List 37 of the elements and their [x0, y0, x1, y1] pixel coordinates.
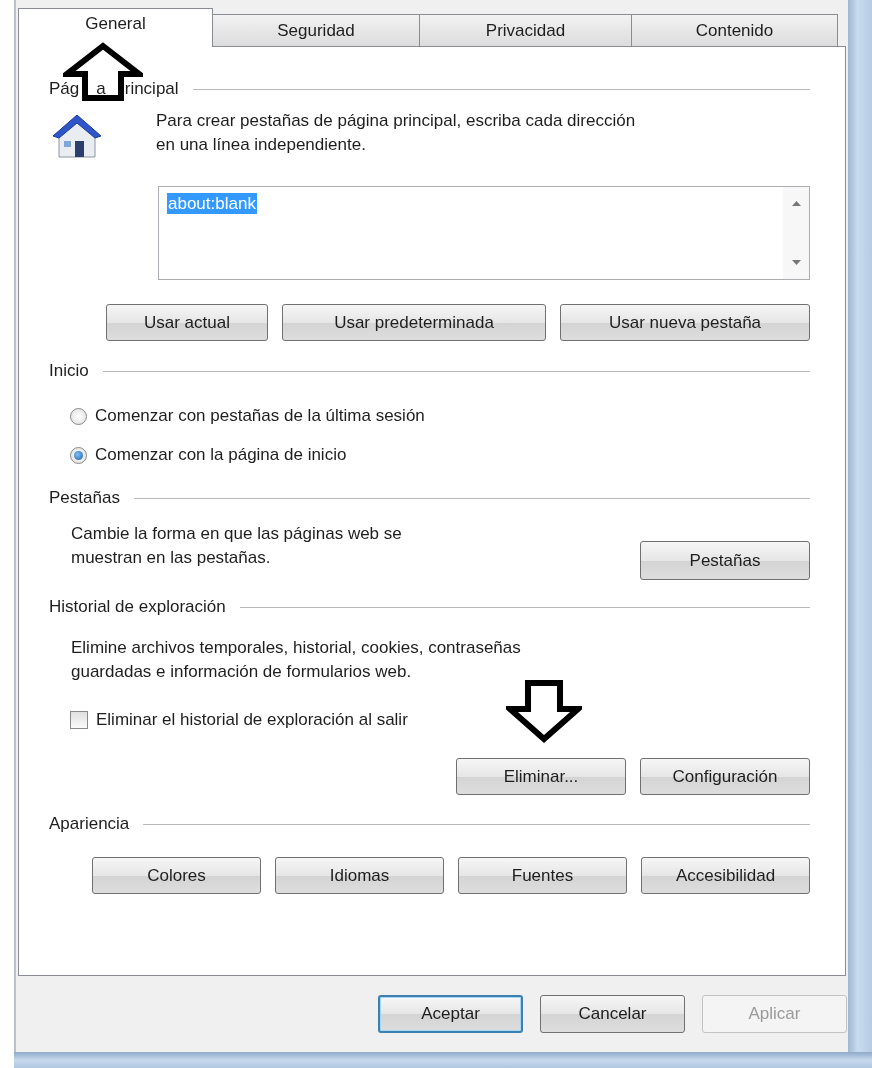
section-label: a: [96, 79, 106, 99]
radio-button[interactable]: [70, 446, 87, 464]
scroll-up-icon[interactable]: [791, 201, 801, 206]
radio-label[interactable]: Comenzar con la página de inicio: [95, 445, 347, 465]
home-page-button[interactable]: Usar actual: [106, 304, 268, 341]
tab[interactable]: Privacidad: [420, 14, 632, 46]
history-button[interactable]: Configuración: [640, 758, 810, 795]
appearance-button[interactable]: Accesibilidad: [641, 857, 810, 894]
scroll-down-icon[interactable]: [791, 260, 801, 265]
arrow-icon: [506, 679, 582, 743]
section-label: rincipal: [124, 79, 179, 99]
section-label: Historial de exploración: [49, 597, 226, 617]
radio-label[interactable]: Comenzar con pestañas de la última sesión: [95, 406, 425, 426]
section-label: Inicio: [49, 361, 89, 381]
instructions-text: Para crear pestañas de página principal, escriba cada dirección en una línea independiente.: [156, 110, 636, 156]
tab[interactable]: Seguridad: [213, 14, 420, 46]
appearance-button[interactable]: Colores: [92, 857, 261, 894]
home-page-button[interactable]: Usar predeterminada: [282, 304, 546, 341]
tab[interactable]: Contenido: [632, 14, 838, 46]
home-page-button[interactable]: Usar nueva pestaña: [560, 304, 810, 341]
appearance-button[interactable]: Fuentes: [458, 857, 627, 894]
section-label: Pestañas: [49, 488, 120, 508]
section-label: Apariencia: [49, 814, 130, 834]
history-description: Elimine archivos temporales, historial, cookies, contraseñas guardadas e información de formularios web.: [70, 637, 522, 683]
tabs-settings-button[interactable]: Pestañas: [640, 541, 810, 580]
scrollbar[interactable]: [783, 187, 809, 279]
radio-button[interactable]: [70, 407, 87, 425]
appearance-button[interactable]: Idiomas: [275, 857, 444, 894]
checkbox[interactable]: [70, 711, 88, 729]
history-button[interactable]: Eliminar...: [456, 758, 626, 795]
dialog-button[interactable]: Aceptar: [378, 995, 523, 1033]
dialog-button[interactable]: Cancelar: [540, 995, 685, 1033]
checkbox-label[interactable]: Eliminar el historial de exploración al salir: [96, 710, 408, 730]
address-value: about:blank: [167, 193, 257, 214]
section-label: Pág: [49, 79, 80, 99]
tab[interactable]: General: [18, 8, 213, 47]
tabs-description: Cambie la forma en que las páginas web se muestran en las pestañas.: [71, 523, 402, 569]
